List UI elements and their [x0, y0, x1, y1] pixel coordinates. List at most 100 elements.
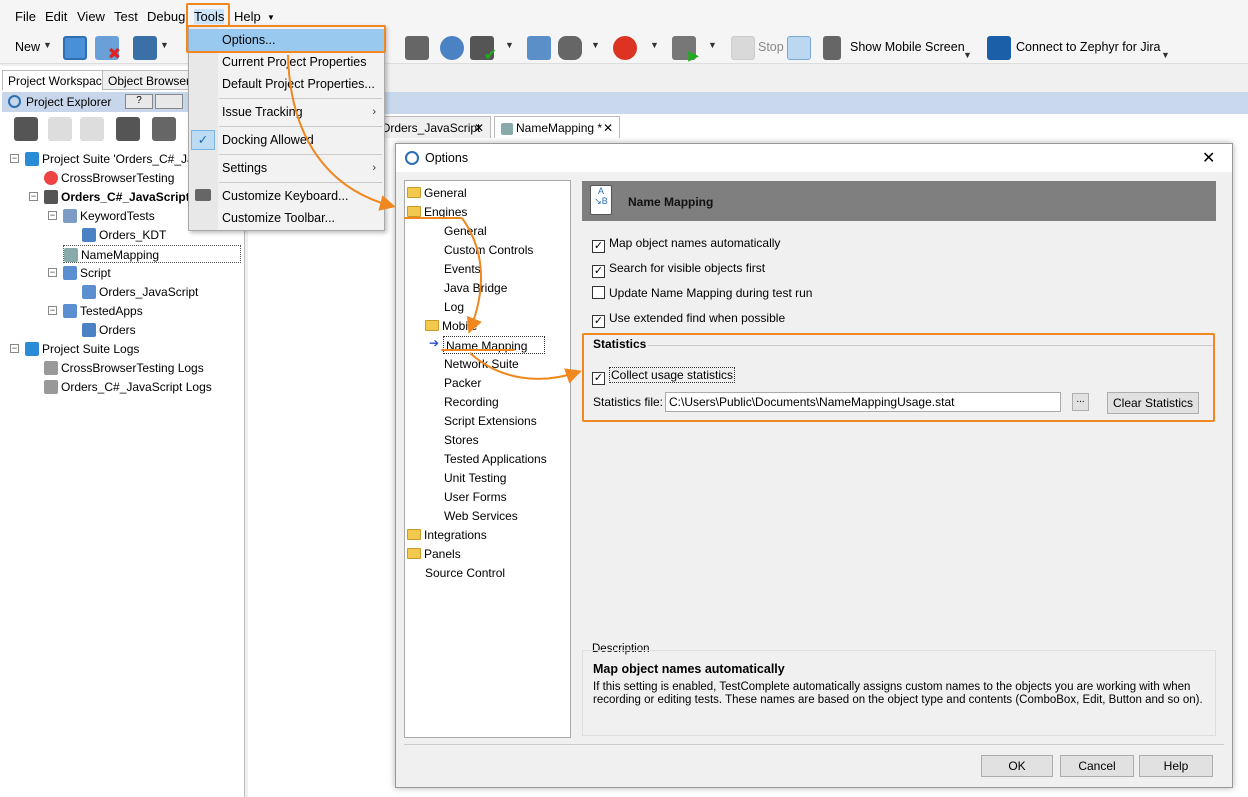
tree-java-bridge[interactable]: Java Bridge	[444, 279, 507, 297]
option-update-mapping[interactable]: Update Name Mapping during test run	[592, 285, 812, 301]
tree-item-crossbrowsertesting-logs[interactable]: CrossBrowserTesting Logs	[44, 359, 204, 377]
tree-name-mapping[interactable]: Name Mapping	[443, 336, 545, 354]
menu-debug[interactable]: Debug	[147, 9, 185, 24]
tree-events[interactable]: Events	[444, 260, 481, 278]
pin-icon[interactable]	[155, 94, 183, 109]
tree-item-project-suite-logs[interactable]: Project Suite Logs	[25, 340, 139, 358]
tree-source-control[interactable]: Source Control	[425, 564, 505, 582]
tab-orders-javascript[interactable]: Orders_JavaScript ✕	[376, 116, 491, 138]
close-icon[interactable]: ✕	[1202, 148, 1215, 168]
tree-recording[interactable]: Recording	[444, 393, 499, 411]
tab-object-browser[interactable]: Object Browser	[102, 70, 197, 90]
menu-test[interactable]: Test	[114, 9, 138, 24]
checkbox[interactable]	[592, 286, 605, 299]
mobile-devices-icon[interactable]	[527, 36, 551, 60]
option-map-names[interactable]: ✓ Map object names automatically	[592, 235, 780, 253]
menu-item-docking-allowed[interactable]: ✓ Docking Allowed	[189, 129, 384, 151]
tree-tested-applications[interactable]: Tested Applications	[444, 450, 547, 468]
menu-edit[interactable]: Edit	[45, 9, 67, 24]
tree-script-extensions[interactable]: Script Extensions	[444, 412, 537, 430]
collapse-icon[interactable]: −	[48, 268, 57, 277]
collapse-icon[interactable]: −	[48, 211, 57, 220]
option-search-visible[interactable]: ✓ Search for visible objects first	[592, 260, 765, 278]
chevron-down-icon[interactable]: ▼	[505, 40, 514, 50]
menu-item-issue-tracking[interactable]: Issue Tracking ›	[189, 101, 384, 123]
database-icon[interactable]	[558, 36, 582, 60]
tree-user-forms[interactable]: User Forms	[444, 488, 507, 506]
collapse-icon[interactable]: −	[48, 306, 57, 315]
chevron-down-icon[interactable]: ▼	[708, 40, 717, 50]
menu-item-default-project-properties[interactable]: Default Project Properties...	[189, 73, 384, 95]
tree-log[interactable]: Log	[444, 298, 464, 316]
debug-spy-icon[interactable]	[787, 36, 811, 60]
tree-item-script[interactable]: Script	[63, 264, 111, 282]
checkbox[interactable]: ✓	[592, 240, 605, 253]
tree-custom-controls[interactable]: Custom Controls	[444, 241, 533, 259]
tree-item-orders-javascript[interactable]: Orders_JavaScript	[82, 283, 198, 301]
ok-button[interactable]: OK	[981, 755, 1053, 777]
menu-item-settings[interactable]: Settings ›	[189, 157, 384, 179]
menu-file[interactable]: File	[15, 9, 36, 24]
checkbox[interactable]: ✓	[592, 265, 605, 278]
option-extended-find[interactable]: ✓ Use extended find when possible	[592, 310, 785, 328]
tree-stores[interactable]: Stores	[444, 431, 479, 449]
stop-icon[interactable]	[731, 36, 755, 60]
add-item-icon[interactable]	[405, 36, 429, 60]
tree-item-project[interactable]: Orders_C#_JavaScript	[44, 188, 190, 206]
tab-project-workspace[interactable]: Project Workspace	[2, 70, 115, 90]
connect-zephyr-button[interactable]: Connect to Zephyr for Jira	[1016, 40, 1161, 54]
tab-namemapping[interactable]: NameMapping * ✕	[494, 116, 620, 138]
tree-engines-general[interactable]: General	[444, 222, 487, 240]
properties-icon[interactable]	[116, 117, 140, 141]
show-mobile-screen-button[interactable]: Show Mobile Screen	[850, 40, 965, 54]
tree-item-orders-kdt[interactable]: Orders_KDT	[82, 226, 166, 244]
stop-button[interactable]: Stop	[758, 40, 784, 54]
tree-general[interactable]: General	[407, 184, 467, 202]
close-icon[interactable]: ✕	[603, 121, 613, 135]
tree-integrations[interactable]: Integrations	[407, 526, 487, 544]
tree-item-project-suite[interactable]: Project Suite 'Orders_C#_Java	[25, 150, 206, 168]
chevron-down-icon[interactable]: ▼	[160, 40, 169, 50]
new-button[interactable]: New	[15, 40, 40, 54]
help-button[interactable]: Help	[1139, 755, 1213, 777]
object-spy-icon[interactable]	[440, 36, 464, 60]
tree-item-orders[interactable]: Orders	[82, 321, 136, 339]
close-icon[interactable]: ✕	[474, 121, 484, 135]
tree-item-orders-logs[interactable]: Orders_C#_JavaScript Logs	[44, 378, 212, 396]
help-icon[interactable]: ?	[125, 94, 153, 109]
tree-item-keywordtests[interactable]: KeywordTests	[63, 207, 155, 225]
tree-web-services[interactable]: Web Services	[444, 507, 518, 525]
collapse-icon[interactable]: −	[10, 154, 19, 163]
add-new-item-icon[interactable]	[14, 117, 38, 141]
tree-packer[interactable]: Packer	[444, 374, 481, 392]
tree-unit-testing[interactable]: Unit Testing	[444, 469, 506, 487]
chevron-down-icon[interactable]: ▼	[591, 40, 600, 50]
cancel-button[interactable]: Cancel	[1060, 755, 1134, 777]
chevron-down-icon[interactable]: ▼	[43, 40, 52, 50]
tree-network-suite[interactable]: Network Suite	[444, 355, 519, 373]
tree-item-namemapping[interactable]: NameMapping	[63, 245, 241, 263]
chevron-down-icon[interactable]: ▼	[1161, 50, 1170, 60]
checkbox[interactable]: ✓	[592, 315, 605, 328]
remove-item-icon[interactable]	[80, 117, 104, 141]
collapse-icon[interactable]: −	[29, 192, 38, 201]
run-test-icon[interactable]: ▶	[672, 36, 699, 63]
menu-item-customize-toolbar[interactable]: Customize Toolbar...	[189, 207, 384, 229]
add-existing-item-icon[interactable]	[48, 117, 72, 141]
tree-mobile[interactable]: Mobile	[425, 317, 477, 335]
close-project-icon[interactable]: ✖	[95, 36, 121, 63]
menu-help[interactable]: Help	[234, 9, 261, 24]
zephyr-icon[interactable]	[987, 36, 1011, 60]
run-project-icon[interactable]	[152, 117, 176, 141]
record-icon[interactable]	[613, 36, 637, 60]
chevron-down-icon[interactable]: ▼	[650, 40, 659, 50]
tree-item-crossbrowsertesting[interactable]: CrossBrowserTesting	[44, 169, 174, 187]
save-icon[interactable]	[133, 36, 157, 60]
tree-panels[interactable]: Panels	[407, 545, 461, 563]
menu-item-customize-keyboard[interactable]: Customize Keyboard...	[189, 185, 384, 207]
tree-item-testedapps[interactable]: TestedApps	[63, 302, 143, 320]
checkpoint-icon[interactable]: ✔	[470, 36, 497, 64]
menu-item-current-project-properties[interactable]: Current Project Properties	[189, 51, 384, 73]
open-folder-icon[interactable]	[63, 36, 87, 60]
mobile-screen-icon[interactable]	[823, 36, 841, 60]
